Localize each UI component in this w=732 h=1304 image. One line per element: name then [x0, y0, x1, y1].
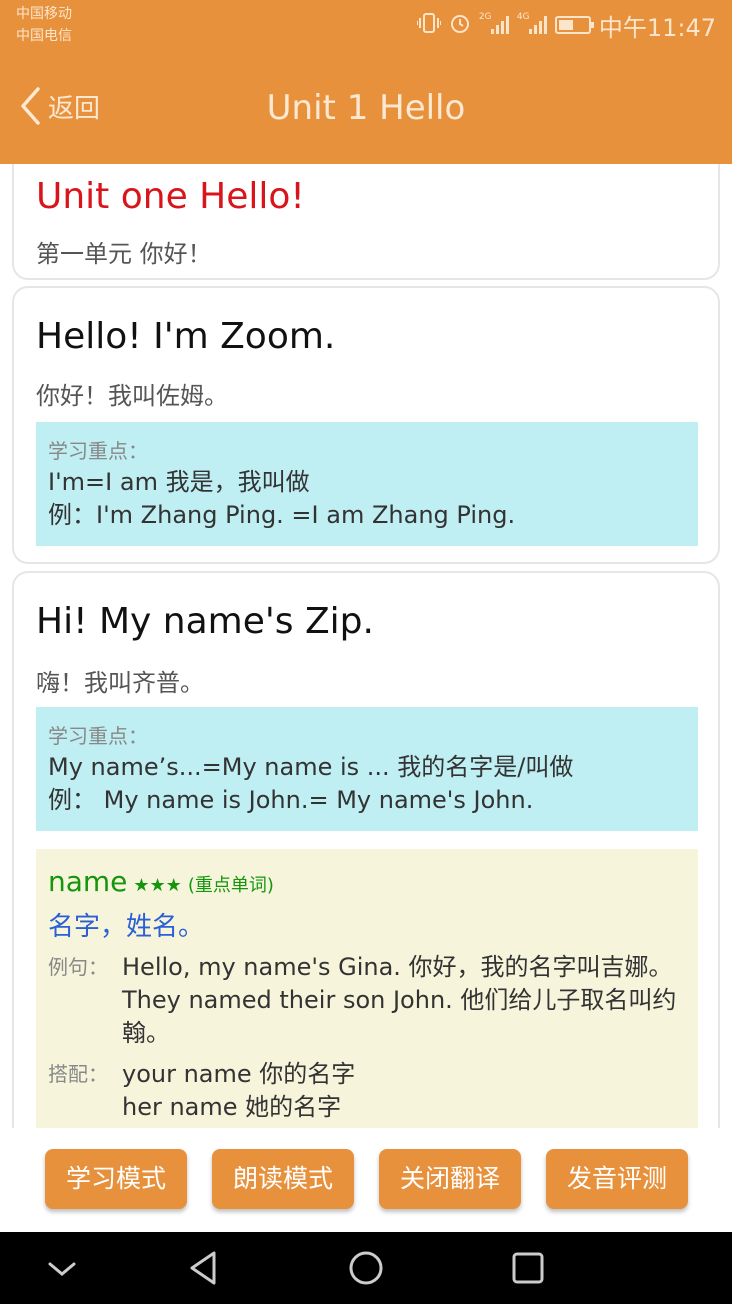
star-rating: ★★★ — [133, 875, 182, 896]
collocation-key: 搭配： — [48, 1062, 108, 1086]
home-circle-icon[interactable] — [346, 1248, 386, 1288]
status-bar: 中国移动 中国电信 2G 4G 中午11:47 — [0, 0, 732, 54]
status-icons: 2G 4G 中午11:47 — [415, 10, 716, 42]
note-line: I'm=I am 我是，我叫做 — [48, 468, 310, 496]
nav-bar: 返回 Unit 1 Hello — [0, 54, 732, 164]
vocab-word[interactable]: name — [48, 865, 127, 898]
sentence-chinese: 你好！我叫佐姆。 — [36, 382, 228, 410]
system-nav-bar — [0, 1232, 732, 1304]
vocab-meaning: 名字，姓名。 — [48, 912, 205, 942]
chevron-down-icon[interactable] — [42, 1248, 82, 1288]
unit-card: Unit one Hello! 第一单元 你好！ — [12, 164, 720, 280]
example-row: 例句： Hello, my name's Gina. 你好，我的名字叫吉娜。 T… — [48, 951, 686, 1050]
close-translation-button[interactable]: 关闭翻译 — [379, 1149, 521, 1209]
carrier-1: 中国移动 — [16, 6, 72, 22]
example-key: 例句： — [48, 955, 108, 979]
carrier-2: 中国电信 — [16, 28, 72, 44]
vocab-box: name ★★★ (重点单词) 名字，姓名。 例句： Hello, my nam… — [36, 849, 698, 1128]
page-title: Unit 1 Hello — [266, 88, 466, 128]
lesson-content[interactable]: Unit one Hello! 第一单元 你好！ Hello! I'm Zoom… — [0, 164, 732, 1128]
mode-button-bar: 学习模式 朗读模式 关闭翻译 发音评测 — [0, 1128, 732, 1232]
alarm-icon — [449, 12, 471, 39]
unit-title: Unit one Hello! — [36, 176, 305, 217]
sentence-chinese: 嗨！我叫齐普。 — [36, 669, 204, 697]
back-triangle-icon[interactable] — [184, 1248, 224, 1288]
battery-icon — [554, 16, 594, 34]
unit-subtitle: 第一单元 你好！ — [36, 240, 212, 268]
pronunciation-test-button[interactable]: 发音评测 — [546, 1149, 688, 1209]
note-label: 学习重点： — [48, 439, 148, 463]
study-mode-button[interactable]: 学习模式 — [45, 1149, 187, 1209]
example-sentence: They named their son John. 他们给儿子取名叫约翰。 — [122, 986, 677, 1047]
example-sentence: Hello, my name's Gina. 你好，我的名字叫吉娜。 — [122, 953, 673, 981]
collocation: her name 她的名字 — [122, 1093, 342, 1121]
study-note: 学习重点： I'm=I am 我是，我叫做 例：I'm Zhang Ping. … — [36, 422, 698, 546]
signal-icon: 4G — [517, 12, 547, 34]
collocation-row: 搭配： your name 你的名字 her name 她的名字 — [48, 1058, 686, 1124]
vibrate-icon — [415, 12, 442, 39]
read-mode-button[interactable]: 朗读模式 — [212, 1149, 354, 1209]
note-line: My name’s...=My name is ... 我的名字是/叫做 — [48, 753, 574, 781]
collocation: your name 你的名字 — [122, 1060, 356, 1088]
clock: 中午11:47 — [598, 13, 716, 42]
study-note: 学习重点： My name’s...=My name is ... 我的名字是/… — [36, 707, 698, 831]
recents-square-icon[interactable] — [508, 1248, 548, 1288]
vocab-tag: (重点单词) — [187, 875, 274, 896]
sentence-card[interactable]: Hello! I'm Zoom. 你好！我叫佐姆。 学习重点： I'm=I am… — [12, 286, 720, 564]
sentence-english[interactable]: Hi! My name's Zip. — [36, 601, 374, 642]
sentence-english[interactable]: Hello! I'm Zoom. — [36, 316, 335, 357]
note-line: 例： My name is John.= My name's John. — [48, 786, 534, 814]
note-line: 例：I'm Zhang Ping. =I am Zhang Ping. — [48, 501, 516, 529]
note-label: 学习重点： — [48, 724, 148, 748]
sentence-card[interactable]: Hi! My name's Zip. 嗨！我叫齐普。 学习重点： My name… — [12, 571, 720, 1128]
signal-icon: 2G — [479, 12, 509, 34]
